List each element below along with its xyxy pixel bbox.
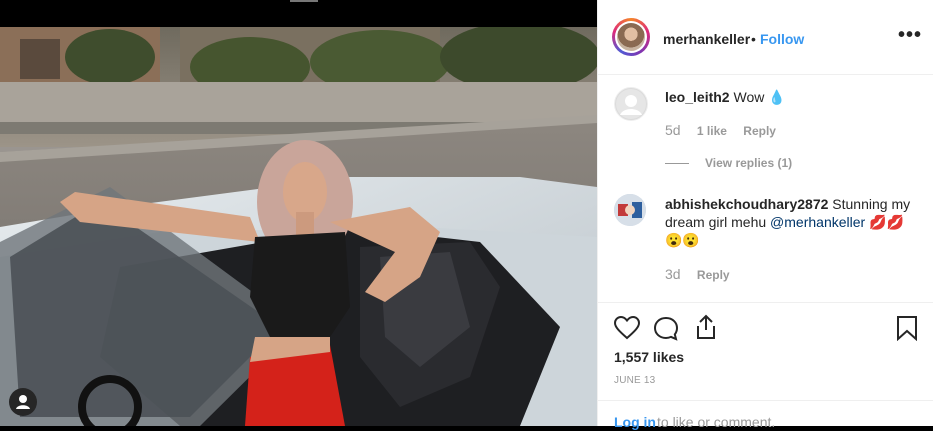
comment-body: abhishekchoudhary2872 Stunning my dream … xyxy=(665,195,915,249)
post-header: merhankeller • Follow ••• xyxy=(598,0,933,75)
post-side-panel: merhankeller • Follow ••• leo_leith2 Wow… xyxy=(597,0,933,430)
user-tags-button[interactable] xyxy=(9,388,37,416)
share-icon[interactable] xyxy=(694,314,718,340)
top-grip xyxy=(290,0,318,2)
post-photo[interactable] xyxy=(0,27,597,426)
comment-avatar[interactable] xyxy=(614,87,648,121)
login-prompt: Log in to like or comment. xyxy=(598,400,933,431)
comment-text: Wow xyxy=(733,89,765,105)
post-actions: 1,557 likes JUNE 13 Log in to like or co… xyxy=(598,302,933,430)
comment-time: 5d xyxy=(665,122,681,138)
comment-username[interactable]: abhishekchoudhary2872 xyxy=(665,196,828,212)
comment-likes[interactable]: 1 like xyxy=(697,124,727,138)
reply-button[interactable]: Reply xyxy=(697,268,730,282)
mention-link[interactable]: @merhankeller xyxy=(770,214,865,230)
post-date: JUNE 13 xyxy=(614,375,656,386)
comment-emoji: 😮😮 xyxy=(665,232,700,248)
more-options-icon[interactable]: ••• xyxy=(898,24,922,47)
comment-meta: 3d Reply xyxy=(665,266,743,282)
view-replies-button[interactable]: View replies (1) xyxy=(705,156,792,170)
comment-username[interactable]: leo_leith2 xyxy=(665,89,730,105)
heart-icon[interactable] xyxy=(614,316,640,340)
comment-icon[interactable] xyxy=(653,316,679,342)
likes-count[interactable]: 1,557 likes xyxy=(614,349,684,365)
person-icon xyxy=(16,395,30,409)
comment-emoji: 💧 xyxy=(768,89,786,105)
comment-body: leo_leith2 Wow 💧 xyxy=(665,88,786,106)
follow-button[interactable]: Follow xyxy=(760,31,804,47)
avatar-image xyxy=(617,23,645,51)
separator-dot: • xyxy=(751,31,756,47)
login-link[interactable]: Log in xyxy=(614,414,656,430)
profile-avatar[interactable] xyxy=(612,18,650,56)
bookmark-icon[interactable] xyxy=(896,315,918,341)
comment-avatar[interactable] xyxy=(614,194,646,226)
replies-divider xyxy=(665,163,689,164)
reply-button[interactable]: Reply xyxy=(743,124,776,138)
post-username[interactable]: merhankeller xyxy=(663,31,750,47)
photo-illustration xyxy=(0,27,597,426)
comment-time: 3d xyxy=(665,266,681,282)
login-prompt-text: to like or comment. xyxy=(657,414,776,430)
comment-meta: 5d 1 like Reply xyxy=(665,122,789,138)
default-avatar-icon xyxy=(616,89,646,119)
top-bar xyxy=(0,0,597,27)
comment-emoji: 💋💋 xyxy=(869,214,904,230)
avatar-image xyxy=(614,194,646,226)
